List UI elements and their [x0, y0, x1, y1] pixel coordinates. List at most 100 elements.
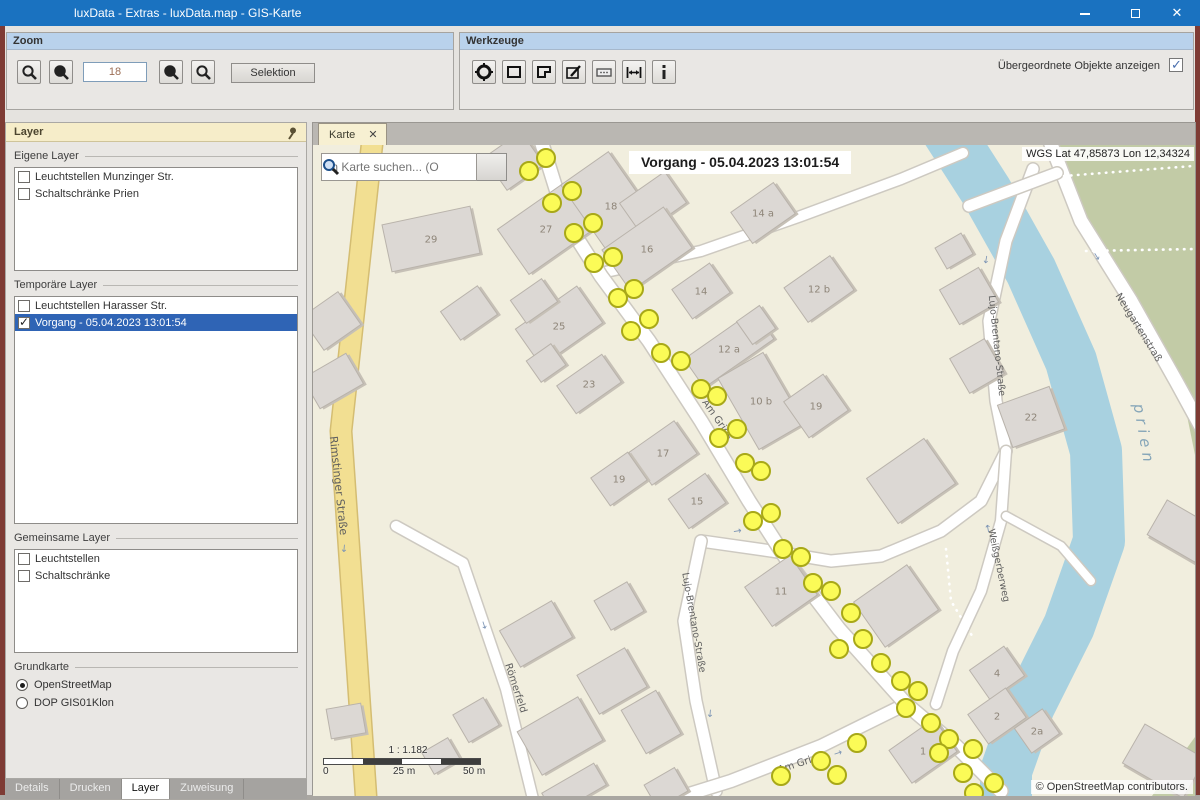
close-button[interactable]: ✕	[1154, 0, 1200, 26]
light-point-marker[interactable]	[892, 672, 910, 690]
pan-target-button[interactable]	[472, 60, 496, 84]
layer-item[interactable]: Schaltschränke	[15, 567, 297, 584]
zoom-next-magnifier-icon	[194, 63, 212, 81]
label-box-button[interactable]	[592, 60, 616, 84]
selektion-button[interactable]: Selektion	[231, 63, 315, 83]
light-point-marker[interactable]	[609, 289, 627, 307]
light-point-marker[interactable]	[774, 540, 792, 558]
light-point-marker[interactable]	[710, 429, 728, 447]
basemap-option[interactable]: DOP GIS01Klon	[16, 697, 306, 709]
light-point-marker[interactable]	[812, 752, 830, 770]
light-point-marker[interactable]	[585, 254, 603, 272]
light-point-marker[interactable]	[954, 764, 972, 782]
map-tab-karte[interactable]: Karte ✕	[318, 123, 387, 145]
rect-select-button[interactable]	[502, 60, 526, 84]
bottom-tab-drucken[interactable]: Drucken	[60, 779, 122, 799]
bottom-tab-layer[interactable]: Layer	[122, 779, 171, 799]
layer-item-label: Leuchtstellen	[35, 553, 100, 565]
light-point-marker[interactable]	[640, 310, 658, 328]
pin-icon[interactable]	[284, 126, 298, 143]
light-point-marker[interactable]	[922, 714, 940, 732]
maximize-button[interactable]	[1112, 0, 1158, 26]
light-point-marker[interactable]	[964, 740, 982, 758]
light-point-marker[interactable]	[622, 322, 640, 340]
light-point-marker[interactable]	[930, 744, 948, 762]
measure-button[interactable]	[622, 60, 646, 84]
application-window: luxData - Extras - luxData.map - GIS-Kar…	[0, 0, 1200, 800]
layer-item[interactable]: Leuchtstellen	[15, 550, 297, 567]
light-point-marker[interactable]	[543, 194, 561, 212]
light-point-marker[interactable]	[897, 699, 915, 717]
light-point-marker[interactable]	[909, 682, 927, 700]
zoom-prev-button[interactable]	[159, 60, 183, 84]
layer-item-checkbox[interactable]	[18, 300, 30, 312]
map-search-button[interactable]	[477, 153, 507, 181]
minimize-button[interactable]	[1062, 0, 1108, 26]
layer-item[interactable]: Leuchtstellen Munzinger Str.	[15, 168, 297, 185]
light-point-marker[interactable]	[652, 344, 670, 362]
edit-button[interactable]	[562, 60, 586, 84]
light-point-marker[interactable]	[804, 574, 822, 592]
layer-item[interactable]: Schaltschränke Prien	[15, 185, 297, 202]
light-point-marker[interactable]	[565, 224, 583, 242]
light-point-marker[interactable]	[625, 280, 643, 298]
zoom-panel: Zoom Selektion	[6, 32, 454, 110]
light-point-marker[interactable]	[830, 640, 848, 658]
layer-item-checkbox[interactable]	[18, 570, 30, 582]
light-point-marker[interactable]	[744, 512, 762, 530]
light-point-marker[interactable]	[584, 214, 602, 232]
light-point-marker[interactable]	[985, 774, 1003, 792]
polygon-select-icon	[535, 63, 553, 81]
light-point-marker[interactable]	[822, 582, 840, 600]
light-point-marker[interactable]	[762, 504, 780, 522]
zoom-next-button[interactable]	[191, 60, 215, 84]
polygon-select-button[interactable]	[532, 60, 556, 84]
housenumber-label: 19	[810, 402, 823, 413]
search-icon	[321, 157, 341, 177]
rect-select-icon	[505, 63, 523, 81]
housenumber-label: 11	[775, 587, 788, 598]
layer-item-checkbox[interactable]	[18, 188, 30, 200]
info-button[interactable]	[652, 60, 676, 84]
basemap-group-label: Grundkarte	[6, 661, 306, 673]
layer-item-checkbox[interactable]	[18, 171, 30, 183]
light-point-marker[interactable]	[828, 766, 846, 784]
housenumber-label: 2a	[1031, 727, 1044, 738]
layer-item[interactable]: Vorgang - 05.04.2023 13:01:54	[15, 314, 297, 331]
map-tab-close-icon[interactable]: ✕	[368, 129, 377, 141]
light-point-marker[interactable]	[872, 654, 890, 672]
light-point-marker[interactable]	[854, 630, 872, 648]
radio-icon[interactable]	[16, 679, 28, 691]
light-point-marker[interactable]	[708, 387, 726, 405]
map-canvas[interactable]: 2927181614 a1412 b12 a252310 b1922171915…	[313, 145, 1195, 796]
light-point-marker[interactable]	[672, 352, 690, 370]
light-point-marker[interactable]	[728, 420, 746, 438]
radio-icon[interactable]	[16, 697, 28, 709]
light-point-marker[interactable]	[604, 248, 622, 266]
wgs-readout: WGS Lat 47,85873 Lon 12,34324	[1022, 147, 1194, 161]
light-point-marker[interactable]	[965, 784, 983, 796]
light-point-marker[interactable]	[520, 162, 538, 180]
show-parent-objects-checkbox[interactable]	[1169, 58, 1183, 72]
light-point-marker[interactable]	[848, 734, 866, 752]
oneway-arrow-icon: →	[982, 523, 994, 533]
zoom-out-button[interactable]	[49, 60, 73, 84]
layer-item[interactable]: Leuchtstellen Harasser Str.	[15, 297, 297, 314]
basemap-option[interactable]: OpenStreetMap	[16, 679, 306, 691]
light-point-marker[interactable]	[792, 548, 810, 566]
light-point-marker[interactable]	[563, 182, 581, 200]
light-point-marker[interactable]	[772, 767, 790, 785]
light-point-marker[interactable]	[752, 462, 770, 480]
title-bar: luxData - Extras - luxData.map - GIS-Kar…	[0, 0, 1200, 26]
zoom-in-button[interactable]	[17, 60, 41, 84]
oneway-arrow-icon: →	[704, 709, 716, 718]
layer-item-checkbox[interactable]	[18, 553, 30, 565]
map-search-input[interactable]	[321, 153, 477, 181]
layer-item-checkbox[interactable]	[18, 317, 30, 329]
bottom-tab-zuweisung[interactable]: Zuweisung	[170, 779, 244, 799]
light-point-marker[interactable]	[842, 604, 860, 622]
light-point-marker[interactable]	[537, 149, 555, 167]
bottom-tab-details[interactable]: Details	[5, 779, 60, 799]
map-building	[867, 437, 959, 526]
zoom-level-input[interactable]	[83, 62, 147, 82]
